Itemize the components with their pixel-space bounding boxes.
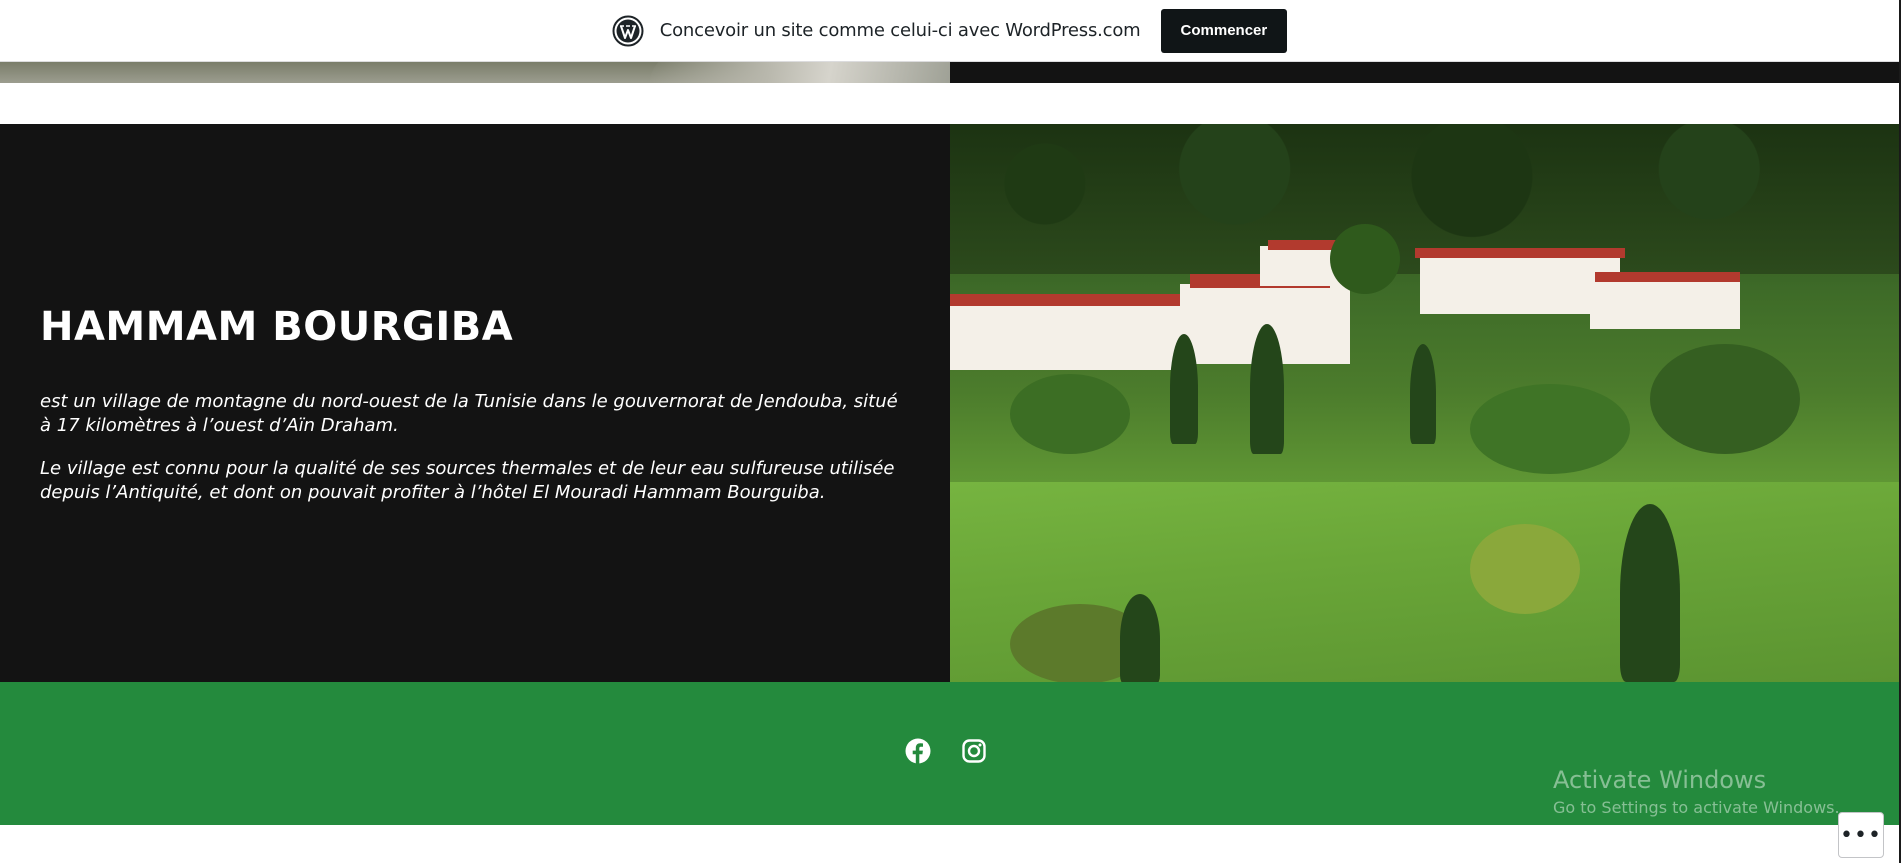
feature-landscape-image <box>950 124 1899 682</box>
wordpress-promo-text[interactable]: Concevoir un site comme celui-ci avec Wo… <box>660 20 1141 41</box>
photo-cypress <box>1250 324 1284 454</box>
photo-tree <box>1470 384 1630 474</box>
photo-cypress <box>1120 594 1160 682</box>
photo-tree <box>1010 374 1130 454</box>
ellipsis-icon[interactable]: ••• <box>1838 812 1884 858</box>
photo-hotel-far-right <box>1590 279 1740 329</box>
photo-roof-right <box>1415 248 1625 258</box>
feature-section: HAMMAM BOURGIBA est un village de montag… <box>0 124 1899 682</box>
watermark-subtitle: Go to Settings to activate Windows. <box>1553 798 1840 817</box>
photo-tree <box>1330 224 1400 294</box>
instagram-icon[interactable] <box>961 738 987 764</box>
photo-tree <box>1470 524 1580 614</box>
facebook-icon[interactable] <box>905 738 931 764</box>
photo-cypress <box>1170 334 1198 444</box>
photo-tree <box>1650 344 1800 454</box>
feature-title: HAMMAM BOURGIBA <box>40 304 514 350</box>
photo-roof-far-right <box>1595 272 1740 282</box>
windows-activation-watermark: Activate Windows Go to Settings to activ… <box>1553 766 1840 817</box>
photo-roof-left <box>950 294 1182 306</box>
feature-paragraph-2: Le village est connu pour la qualité de … <box>40 458 895 503</box>
photo-hotel-wing-left <box>950 300 1180 370</box>
page: Concevoir un site comme celui-ci avec Wo… <box>0 0 1901 863</box>
watermark-title: Activate Windows <box>1553 766 1767 794</box>
page-bottom <box>0 825 1899 863</box>
feature-paragraph-1: est un village de montagne du nord-ouest… <box>40 391 898 436</box>
photo-cypress <box>1410 344 1436 444</box>
social-links <box>905 738 987 764</box>
wordpress-logo-icon[interactable] <box>612 15 644 47</box>
photo-cypress <box>1620 504 1680 682</box>
section-spacer <box>0 83 1901 124</box>
wordpress-promo-banner: Concevoir un site comme celui-ci avec Wo… <box>0 0 1899 62</box>
start-button[interactable]: Commencer <box>1160 8 1288 53</box>
feature-text-panel: HAMMAM BOURGIBA est un village de montag… <box>0 124 950 682</box>
